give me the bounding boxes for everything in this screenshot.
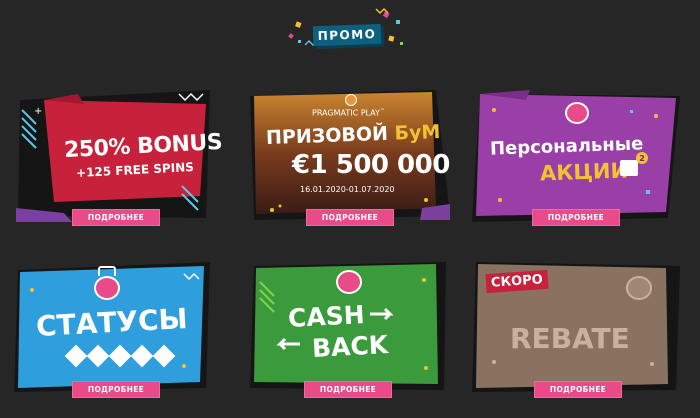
pragmatic-logo-tm: ™	[379, 108, 385, 114]
details-button[interactable]: ПОДРОБНЕЕ	[72, 209, 160, 226]
promo-card-personal[interactable]: Персональные АКЦИИ 2 ПОДРОБНЕЕ	[470, 90, 680, 226]
pragmatic-amount: €1 500 000	[292, 150, 450, 180]
svg-text:+: +	[34, 106, 42, 117]
promo-card-statuses[interactable]: СТАТУСЫ ПОДРОБНЕЕ	[14, 262, 210, 398]
pragmatic-logo: PRAGMATIC PLAY™	[312, 108, 385, 118]
promo-card-cashback[interactable]: CASH BACK ПОДРОБНЕЕ	[250, 262, 446, 398]
status-icons-row	[64, 344, 178, 368]
monkey-icon	[626, 276, 652, 300]
personal-line2: АКЦИИ	[539, 158, 629, 186]
pragmatic-title-main: ПРИЗОВОЙ	[265, 122, 389, 150]
promo-header: ПРОМО	[0, 0, 700, 58]
status-level-icon	[64, 344, 88, 368]
details-button[interactable]: ПОДРОБНЕЕ	[532, 209, 620, 226]
pragmatic-dates: 16.01.2020-01.07.2020	[300, 185, 395, 194]
monkey-icon	[336, 270, 362, 294]
monkey-icon	[565, 102, 589, 124]
status-level-icon	[152, 344, 176, 368]
status-level-icon	[130, 344, 154, 368]
status-level-icon	[108, 344, 132, 368]
cashback-line2: BACK	[311, 330, 389, 363]
promo-card-bonus[interactable]: + 250% BONUS +125 FREE SPINS ПОДРОБНЕЕ	[14, 90, 223, 226]
pragmatic-logo-text: PRAGMATIC PLAY	[312, 108, 380, 118]
details-button[interactable]: ПОДРОБНЕЕ	[306, 209, 394, 226]
promo-badge: ПРОМО	[312, 23, 382, 47]
details-button[interactable]: ПОДРОБНЕЕ	[304, 381, 392, 398]
gift-badge: 2	[636, 152, 648, 164]
crown-icon	[98, 266, 116, 276]
monkey-icon	[94, 276, 120, 300]
promo-card-pragmatic[interactable]: PRAGMATIC PLAY™ ПРИЗОВОЙ БуМ €1 500 000 …	[250, 90, 450, 226]
details-button[interactable]: ПОДРОБНЕЕ	[72, 381, 160, 398]
gift-icon	[620, 160, 638, 176]
status-level-icon	[86, 344, 110, 368]
promo-card-rebate[interactable]: СКОРО REBATE ПОДРОБНЕЕ	[470, 262, 680, 398]
cashback-line1: CASH	[287, 300, 366, 333]
pragmatic-title-boom: БуМ	[394, 120, 441, 145]
pragmatic-logo-icon	[345, 94, 357, 106]
rebate-title: REBATE	[510, 322, 630, 355]
details-button[interactable]: ПОДРОБНЕЕ	[534, 381, 622, 398]
